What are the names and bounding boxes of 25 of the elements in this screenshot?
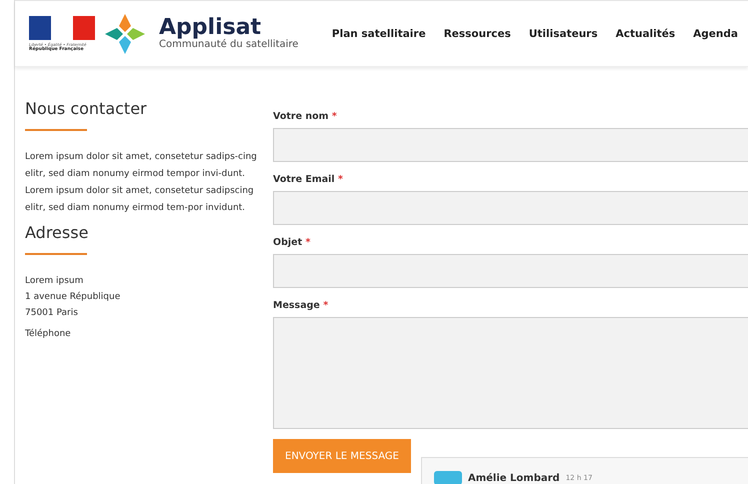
field-label: Objet * [273, 237, 312, 248]
nav-link[interactable]: Ressources [444, 28, 511, 40]
message-field[interactable] [273, 317, 748, 429]
field-label: Votre Email * [273, 174, 344, 185]
avatar-icon [434, 471, 462, 484]
contact-paragraph: Lorem ipsum dolor sit amet, consetetur sadips-cing elitr, sed diam nonumy eirmod tempor invi-dunt. Lorem ipsum dolor sit amet, consetetur sadipscing elitr, sed diam nonumy eirmod tem-por invidunt. [25, 151, 257, 215]
nav-link[interactable]: Utilisateurs [528, 28, 598, 40]
field-label: Votre nom * [273, 111, 338, 122]
brand-name: Applisat [159, 17, 262, 39]
nav-link[interactable]: Actualités [616, 28, 676, 40]
nav-link[interactable]: Plan satellitaire [332, 28, 426, 40]
logo-icon [103, 12, 147, 56]
input-field[interactable] [273, 254, 748, 288]
input-field[interactable] [273, 191, 748, 225]
nav-link[interactable]: Agenda [693, 28, 738, 40]
address-line: Lorem ipsum [25, 275, 84, 288]
address-line: 1 avenue République [25, 290, 122, 304]
address-line: 75001 Paris [25, 307, 79, 320]
brand-tagline: Communauté du satellitaire [159, 39, 298, 50]
phone-label: Téléphone [25, 329, 72, 339]
section-title: Adresse [25, 223, 90, 242]
chat-author: Amélie Lombard [468, 472, 560, 484]
input-field[interactable] [273, 128, 748, 162]
section-title: Nous contacter [25, 99, 148, 118]
field-label: Message * [273, 300, 330, 311]
